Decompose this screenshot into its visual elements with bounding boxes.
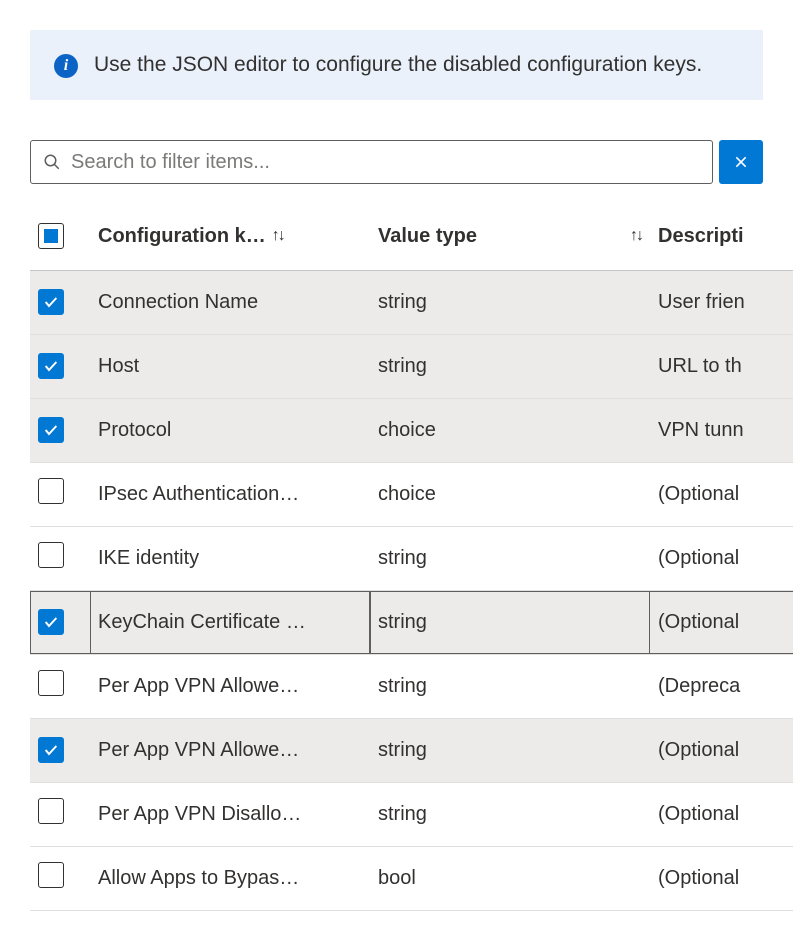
search-icon <box>43 153 61 171</box>
table-row[interactable]: KeyChain Certificate … string (Optional <box>30 590 793 654</box>
cell-value-type: string <box>378 355 427 377</box>
column-header-label: Value type <box>378 225 477 248</box>
cell-description: (Optional <box>658 803 739 825</box>
select-all-checkbox[interactable] <box>38 223 64 249</box>
table-row[interactable]: Host string URL to th <box>30 334 793 398</box>
cell-description: (Depreca <box>658 675 740 697</box>
row-checkbox[interactable] <box>38 542 64 568</box>
table-row[interactable]: IKE identity string (Optional <box>30 526 793 590</box>
cell-value-type: string <box>378 739 427 761</box>
cell-value-type: choice <box>378 483 436 505</box>
info-banner: i Use the JSON editor to configure the d… <box>30 30 763 100</box>
row-checkbox[interactable] <box>38 862 64 888</box>
cell-description: (Optional <box>658 867 739 889</box>
cell-description: (Optional <box>658 739 739 761</box>
cell-value-type: string <box>378 675 427 697</box>
cell-value-type: string <box>378 291 427 313</box>
row-checkbox[interactable] <box>38 353 64 379</box>
row-checkbox[interactable] <box>38 609 64 635</box>
clear-search-button[interactable] <box>719 140 763 184</box>
cell-description: (Optional <box>658 547 739 569</box>
cell-value-type: string <box>378 611 427 633</box>
row-checkbox[interactable] <box>38 798 64 824</box>
close-icon <box>733 154 749 170</box>
cell-value-type: choice <box>378 419 436 441</box>
cell-description: URL to th <box>658 355 742 377</box>
sort-icon: ↑↓ <box>272 227 284 245</box>
cell-config-key: Connection Name <box>98 291 362 314</box>
table-row[interactable]: Per App VPN Allowe… string (Depreca <box>30 654 793 718</box>
info-icon: i <box>54 54 78 78</box>
cell-config-key: Per App VPN Disallo… <box>98 803 362 826</box>
cell-config-key: Host <box>98 355 362 378</box>
cell-config-key: Per App VPN Allowe… <box>98 675 362 698</box>
cell-config-key: KeyChain Certificate … <box>98 611 362 634</box>
column-header-label: Descripti <box>658 225 744 247</box>
row-checkbox[interactable] <box>38 289 64 315</box>
cell-config-key: Allow Apps to Bypas… <box>98 867 362 890</box>
cell-config-key: IPsec Authentication… <box>98 483 362 506</box>
column-header-description[interactable]: Descripti <box>650 202 793 270</box>
row-checkbox[interactable] <box>38 737 64 763</box>
row-checkbox[interactable] <box>38 670 64 696</box>
column-header-config-key[interactable]: Configuration k… ↑↓ <box>90 202 370 270</box>
table-row[interactable]: Per App VPN Allowe… string (Optional <box>30 718 793 782</box>
cell-value-type: bool <box>378 867 416 889</box>
table-row[interactable]: Per App VPN Disallo… string (Optional <box>30 782 793 846</box>
cell-config-key: IKE identity <box>98 547 362 570</box>
info-banner-text: Use the JSON editor to configure the dis… <box>94 50 702 80</box>
column-header-value-type[interactable]: Value type ↑↓ <box>370 202 650 270</box>
table-row[interactable]: Connection Name string User frien <box>30 270 793 334</box>
cell-description: (Optional <box>658 611 739 633</box>
search-input[interactable] <box>71 151 700 174</box>
table-row[interactable]: IPsec Authentication… choice (Optional <box>30 462 793 526</box>
cell-description: (Optional <box>658 483 739 505</box>
config-keys-table: Configuration k… ↑↓ Value type ↑↓ Descri… <box>30 202 793 911</box>
column-header-label: Configuration k… <box>98 225 266 248</box>
cell-config-key: Protocol <box>98 419 362 442</box>
search-box[interactable] <box>30 140 713 184</box>
table-row[interactable]: Protocol choice VPN tunn <box>30 398 793 462</box>
table-row[interactable]: Allow Apps to Bypas… bool (Optional <box>30 846 793 910</box>
cell-description: VPN tunn <box>658 419 744 441</box>
sort-icon: ↑↓ <box>630 227 642 245</box>
cell-config-key: Per App VPN Allowe… <box>98 739 362 762</box>
cell-value-type: string <box>378 803 427 825</box>
cell-description: User frien <box>658 291 745 313</box>
cell-value-type: string <box>378 547 427 569</box>
row-checkbox[interactable] <box>38 417 64 443</box>
row-checkbox[interactable] <box>38 478 64 504</box>
